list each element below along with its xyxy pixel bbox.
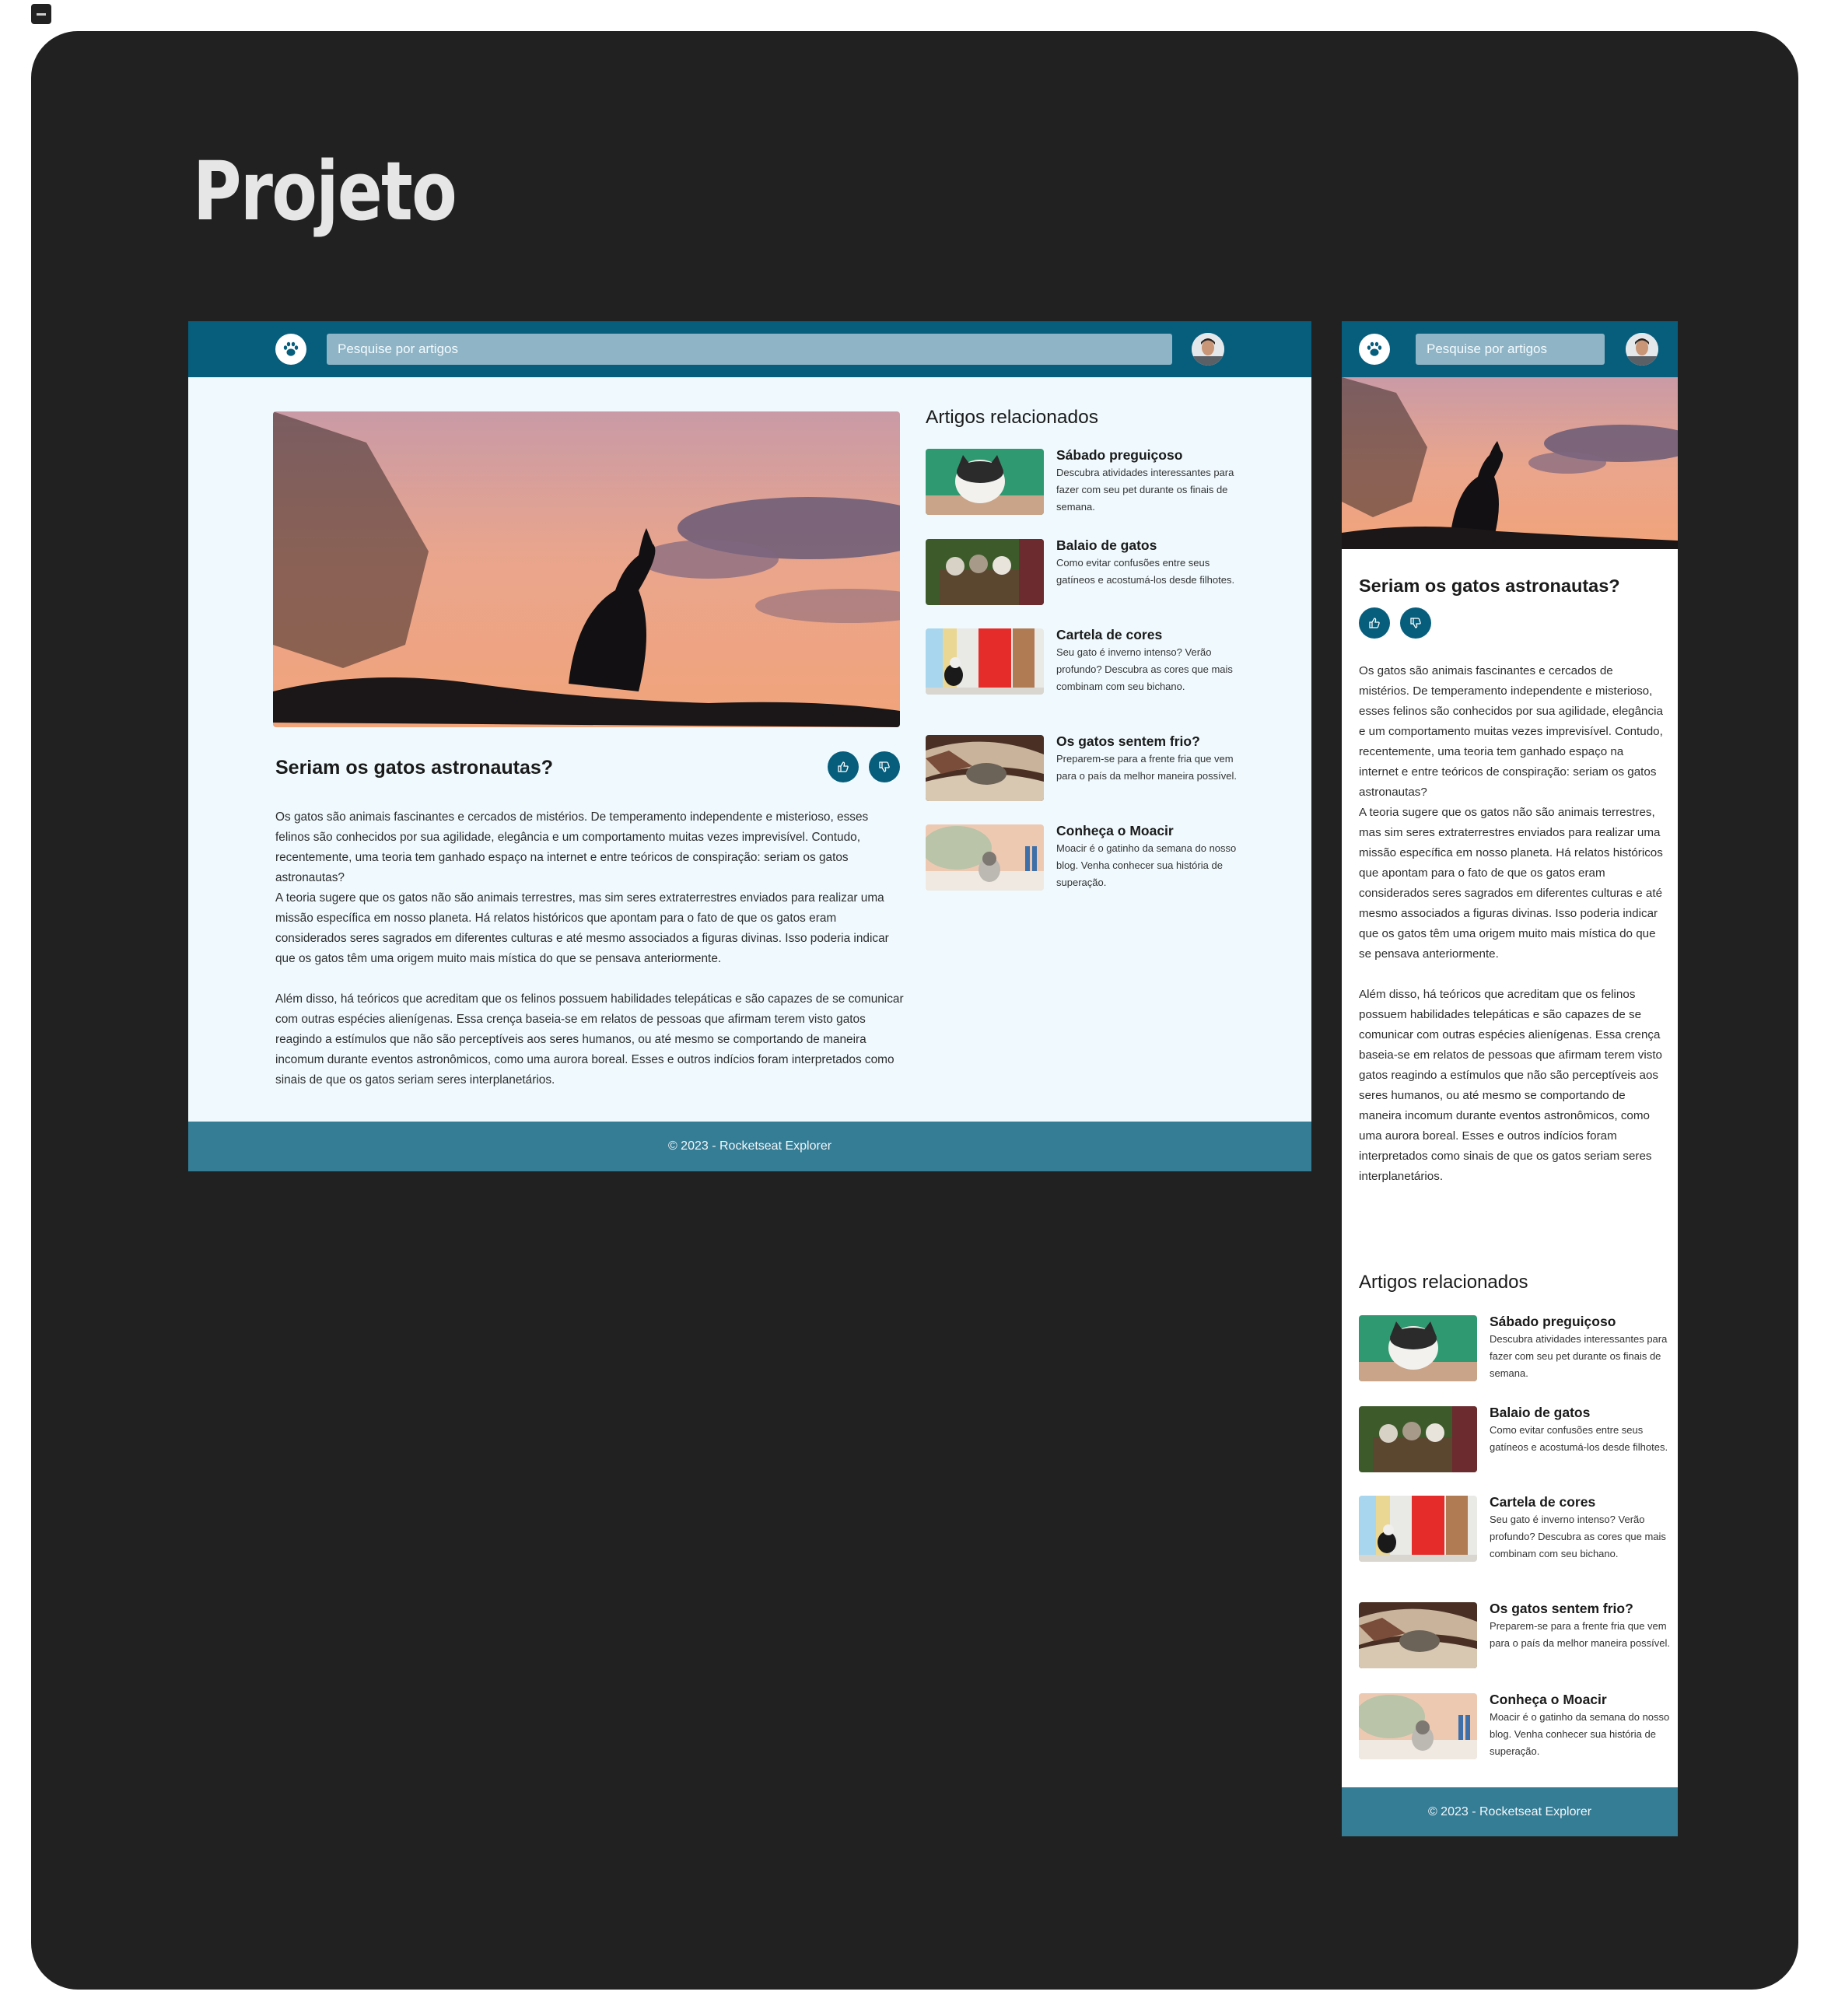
related-article-description: Preparem-se para a frente fria que vem p… <box>1490 1620 1670 1649</box>
article-paragraph: Os gatos são animais fascinantes e cerca… <box>1359 664 1663 799</box>
related-article-title: Os gatos sentem frio? <box>1490 1601 1633 1616</box>
thumbs-down-icon <box>879 761 890 772</box>
like-button[interactable] <box>1359 607 1390 639</box>
article-title: Seriam os gatos astronautas? <box>1359 576 1620 596</box>
related-article[interactable]: Sábado preguiçoso Descubra atividades in… <box>1359 1314 1670 1381</box>
article-body: Os gatos são animais fascinantes e cerca… <box>1359 661 1664 1207</box>
related-article-thumbnail <box>926 824 1044 891</box>
mobile-preview: Pesquise por artigos Seriam os gatos ast… <box>1342 321 1678 1836</box>
article-body: Os gatos são animais fascinantes e cerca… <box>275 807 904 1111</box>
related-article-description: Moacir é o gatinho da semana do nosso bl… <box>1056 842 1237 888</box>
related-article-description: Seu gato é inverno intenso? Verão profun… <box>1056 646 1233 692</box>
related-article-thumbnail <box>1359 1406 1477 1472</box>
related-article-description: Preparem-se para a frente fria que vem p… <box>1056 753 1237 782</box>
related-article-thumbnail <box>926 628 1044 695</box>
article-hero-image <box>1342 377 1678 549</box>
related-article[interactable]: Conheça o Moacir Moacir é o gatinho da s… <box>926 823 1237 891</box>
related-articles-list: Sábado preguiçoso Descubra atividades in… <box>926 447 1237 891</box>
related-article-thumbnail <box>926 539 1044 605</box>
related-article-description: Descubra atividades interessantes para f… <box>1056 467 1234 513</box>
related-article-description: Seu gato é inverno intenso? Verão profun… <box>1490 1514 1666 1559</box>
article-paragraph: A teoria sugere que os gatos não são ani… <box>275 891 889 965</box>
related-article[interactable]: Balaio de gatos Como evitar confusões en… <box>926 537 1237 605</box>
article-paragraph: Além disso, há teóricos que acreditam qu… <box>275 992 904 1087</box>
dislike-button[interactable] <box>869 751 900 782</box>
file-icon <box>31 4 51 24</box>
article-hero-image <box>273 411 900 727</box>
related-article-thumbnail <box>1359 1602 1477 1668</box>
desktop-preview: Pesquise por artigos Seriam os gatos ast… <box>188 321 1311 1171</box>
article-title: Seriam os gatos astronautas? <box>275 757 554 779</box>
related-articles-list: Sábado preguiçoso Descubra atividades in… <box>1359 1314 1670 1759</box>
search-input[interactable]: Pesquise por artigos <box>327 334 1172 365</box>
related-article-title: Conheça o Moacir <box>1056 823 1174 838</box>
related-article[interactable]: Balaio de gatos Como evitar confusões en… <box>1359 1405 1670 1472</box>
related-articles-title: Artigos relacionados <box>1359 1272 1528 1293</box>
related-article-description: Como evitar confusões entre seus gatíneo… <box>1490 1424 1668 1453</box>
paw-icon[interactable] <box>1359 334 1390 365</box>
header: Pesquise por artigos <box>188 321 1311 377</box>
article-paragraph: Os gatos são animais fascinantes e cerca… <box>275 810 869 884</box>
related-article-title: Balaio de gatos <box>1490 1405 1591 1420</box>
dislike-button[interactable] <box>1400 607 1431 639</box>
article-paragraph: Além disso, há teóricos que acreditam qu… <box>1359 988 1662 1183</box>
paw-icon[interactable] <box>275 334 306 365</box>
thumbs-up-icon <box>1369 618 1380 628</box>
related-article-description: Moacir é o gatinho da semana do nosso bl… <box>1490 1711 1670 1757</box>
thumbs-down-icon <box>1410 618 1421 628</box>
like-button[interactable] <box>828 751 859 782</box>
search-input[interactable]: Pesquise por artigos <box>1416 334 1605 365</box>
related-article-title: Sábado preguiçoso <box>1056 447 1183 463</box>
related-article-description: Como evitar confusões entre seus gatíneo… <box>1056 557 1235 586</box>
related-article-thumbnail <box>1359 1496 1477 1562</box>
related-article-thumbnail <box>926 449 1044 515</box>
footer: © 2023 - Rocketseat Explorer <box>1342 1787 1678 1836</box>
related-article-title: Sábado preguiçoso <box>1490 1314 1616 1329</box>
related-article[interactable]: Os gatos sentem frio? Preparem-se para a… <box>926 733 1237 801</box>
header: Pesquise por artigos <box>1342 321 1678 377</box>
page-title: Projeto <box>193 144 457 239</box>
footer: © 2023 - Rocketseat Explorer <box>188 1122 1311 1171</box>
user-avatar[interactable] <box>1192 333 1224 366</box>
related-article-title: Balaio de gatos <box>1056 537 1157 553</box>
related-articles-title: Artigos relacionados <box>926 407 1098 428</box>
related-article-thumbnail <box>1359 1693 1477 1759</box>
related-article[interactable]: Conheça o Moacir Moacir é o gatinho da s… <box>1359 1692 1670 1759</box>
related-article-title: Cartela de cores <box>1056 627 1163 642</box>
related-article[interactable]: Cartela de cores Seu gato é inverno inte… <box>926 627 1237 695</box>
related-article-thumbnail <box>1359 1315 1477 1381</box>
related-article[interactable]: Cartela de cores Seu gato é inverno inte… <box>1359 1494 1670 1562</box>
related-article-thumbnail <box>926 735 1044 801</box>
thumbs-up-icon <box>838 761 849 772</box>
related-article-title: Cartela de cores <box>1490 1494 1596 1510</box>
related-article-title: Conheça o Moacir <box>1490 1692 1607 1707</box>
article-paragraph: A teoria sugere que os gatos não são ani… <box>1359 806 1663 961</box>
related-article-title: Os gatos sentem frio? <box>1056 733 1200 749</box>
user-avatar[interactable] <box>1626 333 1658 366</box>
related-article-description: Descubra atividades interessantes para f… <box>1490 1333 1668 1379</box>
related-article[interactable]: Os gatos sentem frio? Preparem-se para a… <box>1359 1601 1670 1668</box>
related-article[interactable]: Sábado preguiçoso Descubra atividades in… <box>926 447 1237 515</box>
